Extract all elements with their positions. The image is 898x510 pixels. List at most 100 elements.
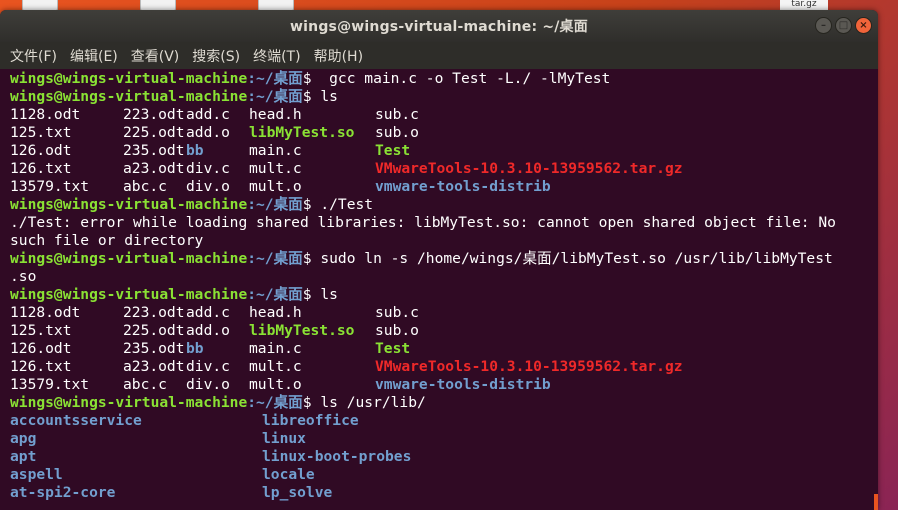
output-line: .so bbox=[10, 268, 872, 286]
window-controls: – □ × bbox=[815, 17, 872, 34]
file-entry: sub.o bbox=[375, 124, 419, 141]
file-entry: a23.odt bbox=[123, 358, 185, 375]
listing-row: apg linux bbox=[10, 430, 872, 448]
menu-file[interactable]: 文件(F) bbox=[10, 46, 57, 66]
listing-row: 125.txt 225.odtadd.o libMyTest.so sub.o bbox=[10, 124, 872, 142]
listing-row: 125.txt 225.odtadd.o libMyTest.so sub.o bbox=[10, 322, 872, 340]
listing-row: 13579.txt abc.c div.o mult.o vmware-tools-di… bbox=[10, 376, 872, 394]
prompt-symbol: $ bbox=[302, 286, 321, 303]
file-entry: head.h bbox=[249, 304, 302, 321]
prompt-symbol: $ bbox=[302, 250, 321, 267]
file-entry: 126.txt bbox=[10, 358, 72, 375]
file-entry: add.c bbox=[186, 106, 230, 123]
file-entry: accountsservice bbox=[10, 412, 142, 429]
command-text: ls bbox=[320, 286, 338, 303]
file-entry: VMwareTools-10.3.10-13959562.tar.gz bbox=[375, 160, 683, 177]
prompt-line: wings@wings-virtual-machine:~/桌面$ ls /us… bbox=[10, 394, 872, 412]
prompt-line: wings@wings-virtual-machine:~/桌面$ ls bbox=[10, 286, 872, 304]
file-entry: 126.odt bbox=[10, 142, 72, 159]
listing-row: 126.txt a23.odtdiv.c mult.c VMwareTools-10.… bbox=[10, 358, 872, 376]
listing-row: at-spi2-core lp_solve bbox=[10, 484, 872, 502]
file-entry: 223.odt bbox=[123, 304, 185, 321]
prompt-path: :~/桌面 bbox=[247, 196, 303, 213]
scrollbar-thumb[interactable] bbox=[874, 494, 878, 510]
close-button[interactable]: × bbox=[855, 17, 872, 34]
terminal-window: wings@wings-virtual-machine: ~/桌面 – □ × … bbox=[0, 10, 878, 510]
file-entry: VMwareTools-10.3.10-13959562.tar.gz bbox=[375, 358, 683, 375]
file-entry: apg bbox=[10, 430, 37, 447]
file-entry: lp_solve bbox=[262, 484, 333, 501]
file-entry: 13579.txt bbox=[10, 376, 90, 393]
file-entry: mult.c bbox=[249, 358, 302, 375]
maximize-button[interactable]: □ bbox=[835, 17, 852, 34]
prompt-user: wings@wings-virtual-machine bbox=[10, 70, 248, 87]
file-entry: div.o bbox=[186, 178, 230, 195]
prompt-line: wings@wings-virtual-machine:~/桌面$ ./Test bbox=[10, 196, 872, 214]
file-entry: main.c bbox=[249, 142, 302, 159]
minimize-button[interactable]: – bbox=[815, 17, 832, 34]
file-entry: head.h bbox=[249, 106, 302, 123]
prompt-user: wings@wings-virtual-machine bbox=[10, 88, 248, 105]
file-entry: mult.o bbox=[249, 178, 302, 195]
file-entry: mult.o bbox=[249, 376, 302, 393]
listing-row: apt linux-boot-probes bbox=[10, 448, 872, 466]
prompt-path: :~/桌面 bbox=[247, 286, 303, 303]
file-entry: libMyTest.so bbox=[249, 124, 355, 141]
desktop-archive-label[interactable]: tar.gz bbox=[780, 0, 828, 10]
command-text: sudo ln -s /home/wings/桌面/libMyTest.so /… bbox=[320, 250, 833, 267]
listing-row: aspell locale bbox=[10, 466, 872, 484]
listing-row: 1128.odt 223.odtadd.c head.h sub.c bbox=[10, 304, 872, 322]
file-entry: div.o bbox=[186, 376, 230, 393]
prompt-symbol: $ bbox=[302, 394, 321, 411]
file-entry: abc.c bbox=[123, 376, 167, 393]
menu-edit[interactable]: 编辑(E) bbox=[70, 46, 118, 66]
prompt-user: wings@wings-virtual-machine bbox=[10, 394, 248, 411]
file-entry: 225.odt bbox=[123, 124, 185, 141]
file-entry: main.c bbox=[249, 340, 302, 357]
menu-bar: 文件(F) 编辑(E) 查看(V) 搜索(S) 终端(T) 帮助(H) bbox=[0, 42, 878, 69]
prompt-symbol: $ bbox=[302, 196, 321, 213]
menu-search[interactable]: 搜索(S) bbox=[192, 46, 240, 66]
listing-row: accountsservice libreoffice bbox=[10, 412, 872, 430]
listing-row: 13579.txt abc.c div.o mult.o vmware-tools-di… bbox=[10, 178, 872, 196]
command-text: gcc main.c -o Test -L./ -lMyTest bbox=[320, 70, 611, 87]
file-entry: linux bbox=[262, 430, 306, 447]
file-entry: 13579.txt bbox=[10, 178, 90, 195]
file-entry: 126.txt bbox=[10, 160, 72, 177]
file-entry: sub.c bbox=[375, 106, 419, 123]
file-entry: at-spi2-core bbox=[10, 484, 116, 501]
file-entry: 223.odt bbox=[123, 106, 185, 123]
file-entry: mult.c bbox=[249, 160, 302, 177]
file-entry: vmware-tools-distrib bbox=[375, 178, 551, 195]
scrollbar[interactable] bbox=[872, 69, 878, 510]
prompt-symbol: $ bbox=[302, 88, 321, 105]
prompt-path: :~/桌面 bbox=[247, 394, 303, 411]
menu-terminal[interactable]: 终端(T) bbox=[253, 46, 300, 66]
file-entry: div.c bbox=[186, 160, 230, 177]
file-entry: sub.o bbox=[375, 322, 419, 339]
file-entry: vmware-tools-distrib bbox=[375, 376, 551, 393]
prompt-user: wings@wings-virtual-machine bbox=[10, 286, 248, 303]
output-line: such file or directory bbox=[10, 232, 872, 250]
window-title: wings@wings-virtual-machine: ~/桌面 bbox=[290, 19, 588, 35]
listing-row: 126.txt a23.odtdiv.c mult.c VMwareTools-10.… bbox=[10, 160, 872, 178]
prompt-user: wings@wings-virtual-machine bbox=[10, 250, 248, 267]
menu-help[interactable]: 帮助(H) bbox=[314, 46, 363, 66]
file-entry: Test bbox=[375, 340, 411, 357]
file-entry: 235.odt bbox=[123, 340, 185, 357]
terminal-output[interactable]: wings@wings-virtual-machine:~/桌面$ gcc ma… bbox=[0, 69, 872, 510]
file-entry: apt bbox=[10, 448, 37, 465]
listing-row: 126.odt 235.odtbb main.c Test bbox=[10, 142, 872, 160]
command-text: ls bbox=[320, 88, 338, 105]
file-entry: libMyTest.so bbox=[249, 322, 355, 339]
prompt-line: wings@wings-virtual-machine:~/桌面$ sudo l… bbox=[10, 250, 872, 268]
file-entry: abc.c bbox=[123, 178, 167, 195]
window-titlebar[interactable]: wings@wings-virtual-machine: ~/桌面 – □ × bbox=[0, 10, 878, 42]
menu-view[interactable]: 查看(V) bbox=[131, 46, 180, 66]
file-entry: add.o bbox=[186, 322, 230, 339]
file-entry: a23.odt bbox=[123, 160, 185, 177]
prompt-path: :~/桌面 bbox=[247, 70, 303, 87]
file-entry: div.c bbox=[186, 358, 230, 375]
command-text: ./Test bbox=[320, 196, 374, 213]
file-entry: 125.txt bbox=[10, 124, 72, 141]
